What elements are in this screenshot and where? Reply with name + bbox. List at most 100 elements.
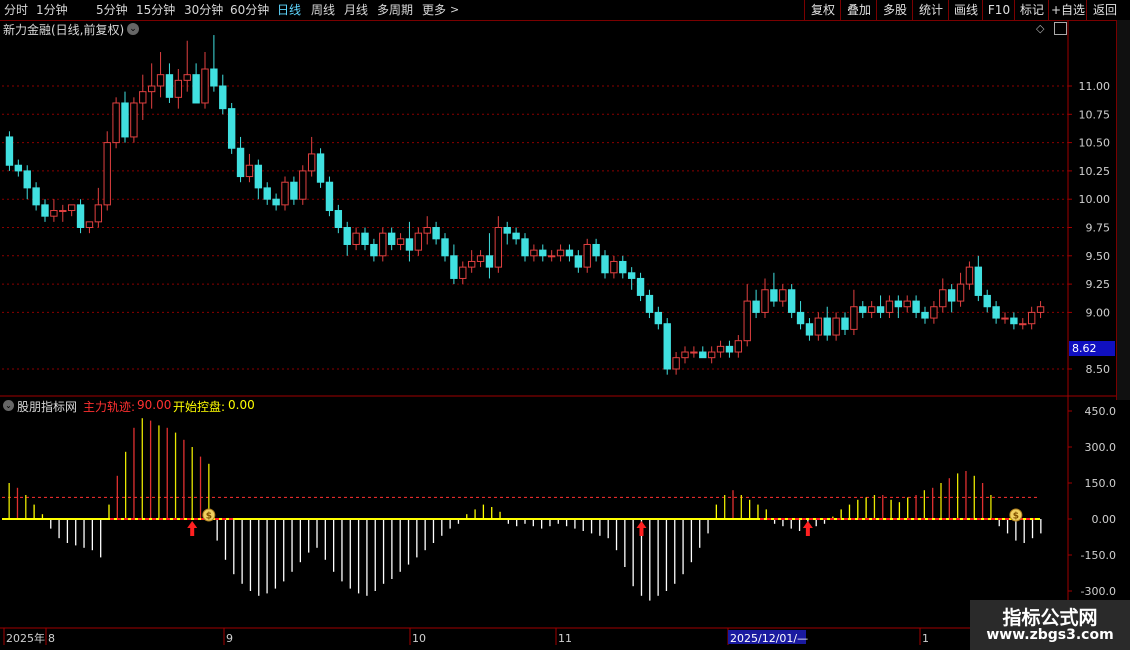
candle-body <box>939 289 947 308</box>
candle-body <box>859 306 867 313</box>
chevron-right-icon[interactable]: > <box>450 2 459 18</box>
dropdown-chevron-icon[interactable]: ⌄ <box>127 23 139 35</box>
period-daily[interactable]: 日线 <box>277 2 301 18</box>
candle-body <box>850 306 858 330</box>
candle-body <box>796 311 805 325</box>
period-30min[interactable]: 30分钟 <box>184 2 223 18</box>
f10-button[interactable]: F10 <box>982 0 1015 20</box>
candle-body <box>885 300 894 313</box>
money-bag-icon <box>1009 508 1023 522</box>
window-icon[interactable] <box>1054 22 1067 35</box>
indicator-value-control: 0.00 <box>228 398 255 412</box>
candle-body <box>627 272 636 279</box>
multi-stock-button[interactable]: 多股 <box>876 0 913 20</box>
candle-body <box>59 210 67 213</box>
draw-line-button[interactable]: 画线 <box>948 0 983 20</box>
candle-body <box>521 238 529 257</box>
kline-chart[interactable]: $$$$ 11.0010.7510.5010.2510.009.759.509.… <box>0 0 1130 650</box>
overlay-button[interactable]: 叠加 <box>840 0 877 20</box>
candle-body <box>130 102 138 138</box>
mark-button[interactable]: 标记 <box>1014 0 1049 20</box>
candle-body <box>610 260 618 274</box>
price-tick-label: 9.00 <box>1086 306 1111 319</box>
chart-title: 新力金融(日线,前复权) <box>3 23 125 37</box>
candle-body <box>565 249 574 257</box>
candle-body <box>707 351 716 359</box>
candle-body <box>832 317 840 336</box>
candle-body <box>1027 311 1036 325</box>
candle-body <box>779 289 787 302</box>
candle-body <box>787 289 796 313</box>
price-tick-label: 10.00 <box>1079 193 1111 206</box>
time-label: 11 <box>558 632 572 645</box>
candle-body <box>823 317 831 336</box>
indicator-label-control: 开始控盘: <box>173 400 226 414</box>
fuquan-button[interactable]: 复权 <box>804 0 841 20</box>
candle-body <box>103 142 111 206</box>
right-side-panel[interactable] <box>1116 20 1130 400</box>
candle-body <box>725 345 734 353</box>
period-more[interactable]: 更多 <box>422 2 446 18</box>
period-multi[interactable]: 多周期 <box>377 2 413 18</box>
candle-body <box>165 74 174 98</box>
money-bag-icon <box>202 508 216 522</box>
indicator-tick-label: -150.0 <box>1081 549 1116 562</box>
candle-body <box>947 289 956 302</box>
period-fenshi[interactable]: 分时 <box>4 2 28 18</box>
candle-body <box>290 181 298 200</box>
candle-body <box>663 323 671 370</box>
money-bag-symbol: $ <box>1013 512 1019 522</box>
candle-body <box>263 187 271 200</box>
period-15min[interactable]: 15分钟 <box>136 2 175 18</box>
candle-body <box>1001 317 1009 320</box>
period-toolbar: 分时 1分钟 5分钟 15分钟 30分钟 60分钟 日线 周线 月线 多周期 更… <box>0 0 1130 21</box>
buy-arrow-icon <box>636 521 647 536</box>
candle-body <box>32 187 40 206</box>
indicator-value-main: 90.00 <box>137 398 172 412</box>
period-weekly[interactable]: 周线 <box>311 2 335 18</box>
candle-body <box>405 238 414 251</box>
candle-body <box>174 79 183 98</box>
candle-body <box>601 255 609 274</box>
candle-body <box>334 210 343 229</box>
period-monthly[interactable]: 月线 <box>344 2 368 18</box>
time-label: 9 <box>226 632 233 645</box>
candle-body <box>672 357 680 370</box>
candle-body <box>370 243 378 257</box>
candle-body <box>494 227 503 268</box>
candle-body <box>156 74 165 87</box>
candle-body <box>547 255 556 258</box>
period-5min[interactable]: 5分钟 <box>96 2 128 18</box>
diamond-icon[interactable]: ◇ <box>1036 22 1044 35</box>
candle-body <box>992 306 1000 319</box>
buy-arrow-icon <box>802 521 813 536</box>
candle-body <box>121 102 129 138</box>
period-60min[interactable]: 60分钟 <box>230 2 269 18</box>
candle-body <box>867 306 876 313</box>
candle-body <box>227 108 236 149</box>
period-1min[interactable]: 1分钟 <box>36 2 68 18</box>
candle-body <box>485 255 494 268</box>
candle-body <box>983 294 991 308</box>
candle-body <box>183 74 191 81</box>
candle-body <box>379 232 387 257</box>
candle-body <box>67 204 76 212</box>
candle-body <box>654 311 663 325</box>
indicator-collapse-icon[interactable]: ⌄ <box>3 400 14 411</box>
statistics-button[interactable]: 统计 <box>912 0 949 20</box>
candle-body <box>85 221 94 228</box>
candle-body <box>556 249 565 257</box>
indicator-tick-label: 0.00 <box>1092 513 1117 526</box>
candle-body <box>1036 306 1045 313</box>
candle-body <box>307 153 316 172</box>
candle-body <box>112 102 120 144</box>
time-label: 2025/12/01/— <box>730 632 808 645</box>
price-tick-label: 10.50 <box>1079 137 1111 150</box>
indicator-label-main: 主力轨迹: <box>83 400 136 414</box>
add-watchlist-button[interactable]: +自选 <box>1048 0 1087 20</box>
back-button[interactable]: 返回 <box>1086 0 1123 20</box>
candle-body <box>539 249 547 257</box>
candle-body <box>743 300 751 342</box>
candle-body <box>716 345 725 353</box>
candle-body <box>921 311 929 319</box>
